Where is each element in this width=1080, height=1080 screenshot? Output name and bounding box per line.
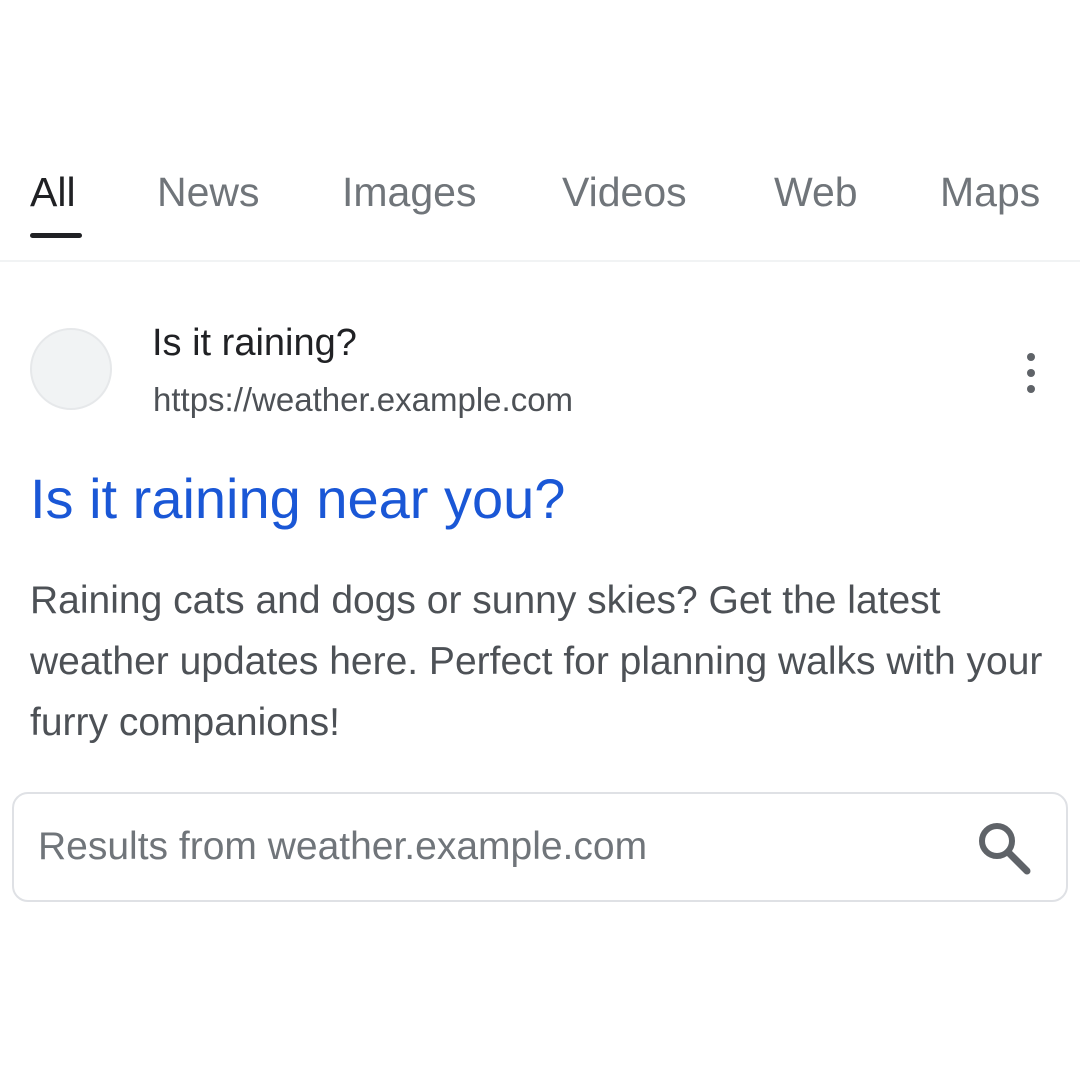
result-title-link[interactable]: Is it raining near you?: [30, 466, 565, 532]
search-icon[interactable]: [972, 816, 1036, 880]
search-results-page: All News Images Videos Web Maps Is it ra…: [0, 0, 1080, 1080]
search-tabs: All News Images Videos Web Maps: [0, 150, 1080, 262]
more-dot-icon: [1027, 353, 1035, 361]
more-options-icon[interactable]: [1015, 348, 1045, 398]
more-dot-icon: [1027, 369, 1035, 377]
tab-videos[interactable]: Videos: [562, 168, 687, 216]
more-dot-icon: [1027, 385, 1035, 393]
site-url: https://weather.example.com: [153, 381, 574, 418]
site-search-box: [12, 792, 1068, 902]
tab-maps[interactable]: Maps: [940, 168, 1040, 216]
tab-images[interactable]: Images: [342, 168, 476, 216]
active-tab-indicator: [30, 233, 82, 238]
site-search-input[interactable]: [38, 812, 938, 882]
site-name: Is it raining?: [152, 322, 357, 364]
tab-all[interactable]: All: [30, 168, 76, 216]
result-site-header[interactable]: Is it raining? https://weather.example.c…: [30, 318, 1060, 428]
result-snippet: Raining cats and dogs or sunny skies? Ge…: [30, 579, 1043, 744]
site-favicon: [30, 328, 112, 410]
tab-web[interactable]: Web: [774, 168, 858, 216]
tab-news[interactable]: News: [157, 168, 260, 216]
